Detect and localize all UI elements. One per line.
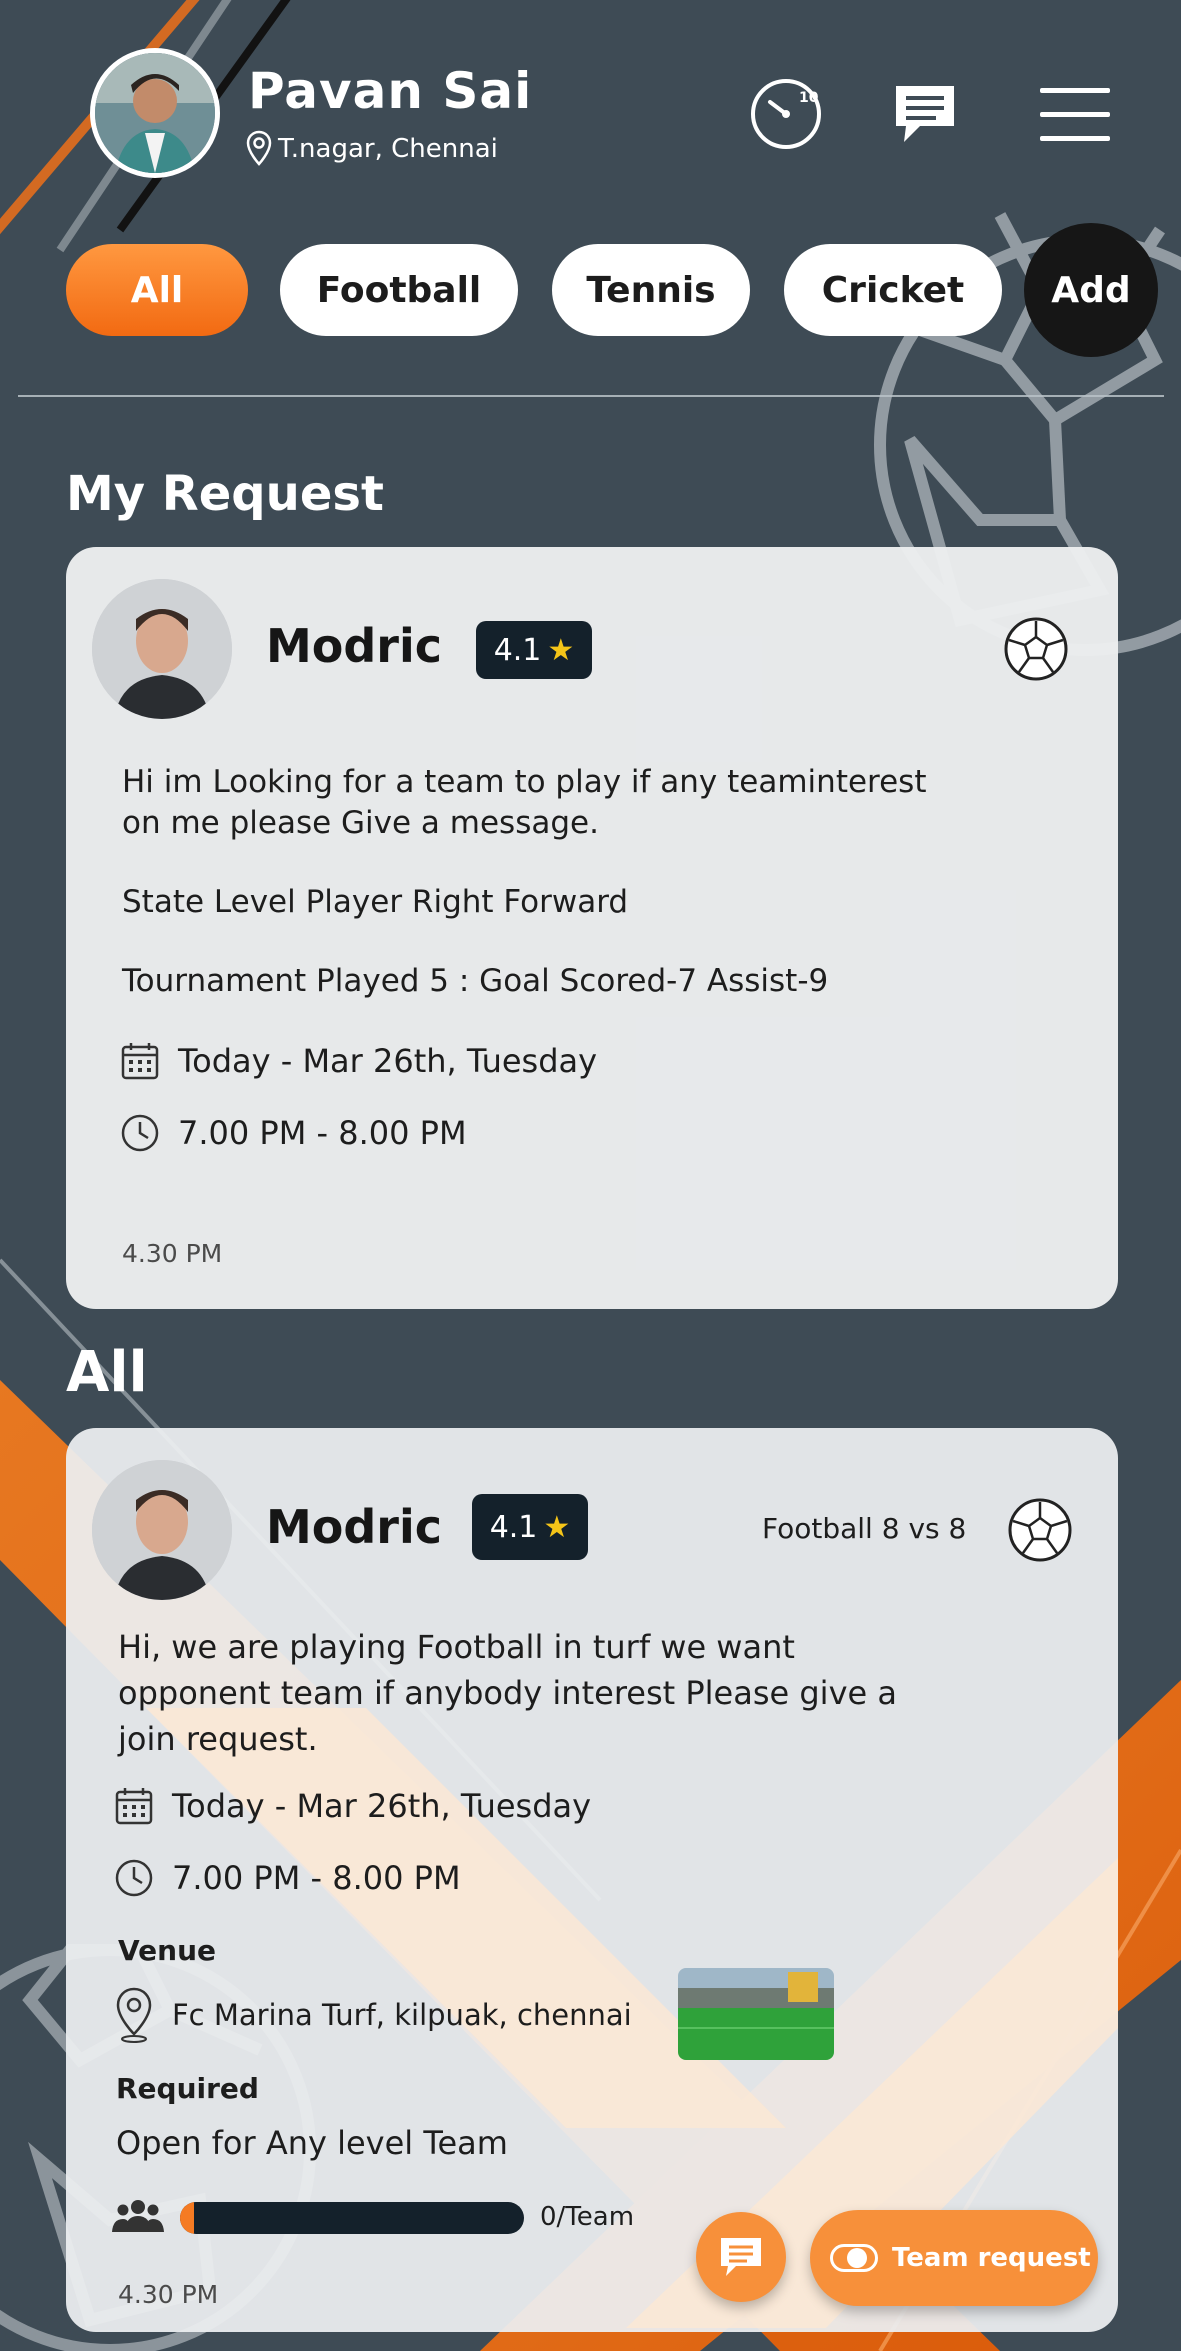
match-type: Football 8 vs 8 [762,1512,967,1545]
player-name: Modric [266,619,443,673]
team-count: 0/Team [540,2202,635,2232]
request-date: Today - Mar 26th, Tuesday [178,1042,598,1080]
my-request-card[interactable]: Modric 4.1 ★ Hi im Looking for a team to… [66,547,1118,1309]
match-time: 7.00 PM - 8.00 PM [172,1859,461,1897]
required-value: Open for Any level Team [116,2124,508,2162]
football-icon [1008,1498,1072,1562]
location-pin-icon [246,130,272,166]
team-progress-bar [180,2202,524,2234]
menu-button[interactable] [1038,84,1112,148]
team-request-label: Team request [892,2243,1091,2273]
required-label: Required [116,2072,259,2105]
player-avatar [92,1460,232,1600]
request-time: 7.00 PM - 8.00 PM [178,1114,467,1152]
turf-image [678,1968,834,2060]
rating-badge: 4.1 ★ [476,621,592,679]
request-line-2: on me please Give a message. [122,805,599,841]
calendar-icon [115,1788,153,1825]
clock-icon [121,1114,159,1152]
timer-button[interactable]: 10 [748,76,824,156]
player-photo [92,1460,232,1600]
rating-badge: 4.1 ★ [472,1494,588,1560]
calendar-icon [121,1043,159,1080]
hamburger-icon [1040,88,1110,141]
filter-chip-tennis[interactable]: Tennis [552,244,750,336]
match-desc-line-1: Hi, we are playing Football in turf we w… [118,1628,795,1666]
match-date: Today - Mar 26th, Tuesday [172,1787,592,1825]
request-time-row: 7.00 PM - 8.00 PM [120,1113,467,1153]
sport-indicator [1006,1496,1074,1568]
venue-row[interactable]: Fc Marina Turf, kilpuak, chennai [114,1986,632,2044]
chat-fab[interactable] [696,2212,786,2302]
star-icon: ★ [543,1509,571,1545]
messages-button[interactable] [890,80,960,154]
match-desc-line-2: opponent team if anybody interest Please… [118,1674,897,1712]
venue-label: Venue [118,1934,216,1967]
venue-name: Fc Marina Turf, kilpuak, chennai [172,1998,632,2032]
team-request-button[interactable]: Team request [810,2210,1098,2306]
player-name: Modric [266,1500,443,1554]
timer-badge: 10 [799,90,819,106]
timer-icon: 10 [751,79,821,149]
match-desc-line-3: join request. [118,1720,318,1758]
user-avatar[interactable] [90,48,220,178]
divider [18,395,1164,397]
chat-icon [896,86,954,142]
football-icon [1004,617,1068,681]
player-avatar [92,579,232,719]
star-icon: ★ [547,632,575,668]
request-line-3: State Level Player Right Forward [122,884,629,920]
filter-chip-all[interactable]: All [66,244,248,336]
request-line-4: Tournament Played 5 : Goal Scored-7 Assi… [122,963,829,999]
request-date-row: Today - Mar 26th, Tuesday [120,1041,597,1081]
location-text: T.nagar, Chennai [278,134,498,164]
user-location: T.nagar, Chennai [246,130,498,168]
avatar-image [95,53,215,173]
match-card[interactable]: Modric 4.1 ★ Football 8 vs 8 Hi, we are … [66,1428,1118,2332]
posted-time: 4.30 PM [122,1239,223,1268]
add-sport-button[interactable]: Add [1024,223,1158,357]
posted-time: 4.30 PM [118,2280,219,2309]
message-icon [721,2238,761,2276]
user-name: Pavan Sai [248,62,533,120]
team-group-icon-wrap [112,2198,164,2236]
filter-chip-football[interactable]: Football [280,244,518,336]
toggle-icon [830,2244,878,2272]
venue-thumbnail[interactable] [678,1968,834,2060]
sport-indicator [1002,615,1070,687]
my-request-title: My Request [66,466,384,522]
request-line-1: Hi im Looking for a team to play if any … [122,764,927,800]
filter-chip-cricket[interactable]: Cricket [784,244,1002,336]
rating-value: 4.1 [493,632,542,668]
location-pin-icon [116,1987,152,2043]
team-group-icon [112,2200,164,2232]
match-date-row: Today - Mar 26th, Tuesday [114,1786,591,1826]
all-section-title: All [66,1340,148,1405]
player-photo [92,579,232,719]
match-time-row: 7.00 PM - 8.00 PM [114,1858,461,1898]
clock-icon [115,1859,153,1897]
rating-value: 4.1 [489,1509,538,1545]
